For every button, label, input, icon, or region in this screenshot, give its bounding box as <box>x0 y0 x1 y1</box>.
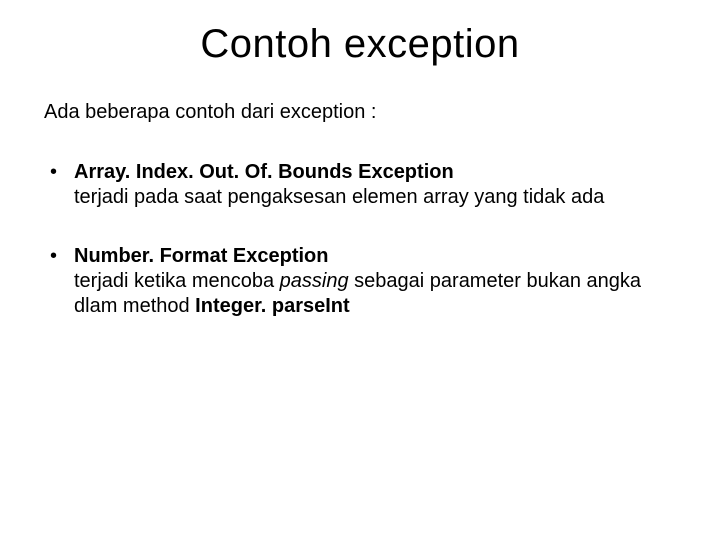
list-item: Array. Index. Out. Of. Bounds Exception … <box>44 160 676 210</box>
intro-text: Ada beberapa contoh dari exception : <box>44 101 676 124</box>
slide: Contoh exception Ada beberapa contoh dar… <box>0 0 720 540</box>
bullet-list: Array. Index. Out. Of. Bounds Exception … <box>44 160 676 319</box>
item-body-pre: terjadi ketika mencoba <box>74 270 280 292</box>
list-item: Number. Format Exception terjadi ketika … <box>44 244 676 319</box>
item-heading: Array. Index. Out. Of. Bounds Exception <box>74 161 454 183</box>
item-body-em: passing <box>280 270 349 292</box>
slide-title: Contoh exception <box>44 22 676 67</box>
item-body-bold: Integer. parseInt <box>195 295 350 317</box>
item-heading: Number. Format Exception <box>74 245 329 267</box>
item-body: terjadi pada saat pengaksesan elemen arr… <box>74 186 604 208</box>
